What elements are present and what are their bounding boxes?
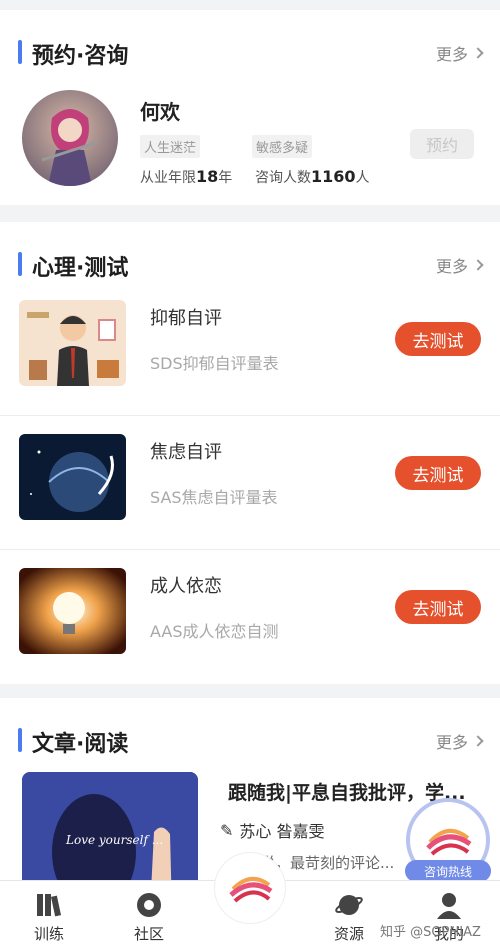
articles-header: 文章·阅读 更多	[0, 698, 500, 758]
chevron-right-icon	[472, 47, 484, 59]
book-button[interactable]: 预约	[410, 129, 474, 159]
tests-section: 心理·测试 更多 抑郁自评 SDS抑郁自评量表 去测试 焦虑自评 SAS焦虑自评…	[0, 222, 500, 684]
counselor-tag: 敏感多疑	[252, 135, 313, 158]
article-image-text: Love yourself ...	[65, 833, 163, 847]
user-icon	[414, 891, 484, 919]
anxiety-thumbnail	[19, 434, 126, 520]
test-subtitle: AAS成人依恋自测	[150, 622, 279, 641]
experience-stat: 从业年限18年	[140, 167, 233, 186]
heart-logo-icon	[229, 877, 273, 903]
test-subtitle: SAS焦虑自评量表	[150, 488, 278, 507]
counselor-name[interactable]: 何欢	[140, 96, 180, 125]
section-accent-bar	[18, 252, 22, 276]
chevron-right-icon	[472, 735, 484, 747]
test-item-anxiety[interactable]: 焦虑自评 SAS焦虑自评量表 去测试	[0, 416, 500, 550]
section-accent-bar	[18, 40, 22, 64]
start-test-button[interactable]: 去测试	[395, 322, 481, 356]
section-title: 心理·测试	[32, 256, 129, 281]
section-accent-bar	[18, 728, 22, 752]
start-test-button[interactable]: 去测试	[395, 456, 481, 490]
test-title: 成人依恋	[150, 576, 222, 597]
watermark: 知乎 @SOPHIAZ	[380, 925, 481, 940]
tab-community[interactable]: 社区	[114, 891, 184, 944]
test-item-depression[interactable]: 抑郁自评 SDS抑郁自评量表 去测试	[0, 282, 500, 416]
counselor-tag: 人生迷茫	[140, 135, 201, 158]
depression-thumbnail	[19, 300, 126, 386]
booking-header: 预约·咨询 更多	[0, 10, 500, 70]
test-subtitle: SDS抑郁自评量表	[150, 354, 279, 373]
books-icon	[14, 891, 84, 919]
section-title: 文章·阅读	[32, 732, 129, 757]
booking-section: 预约·咨询 更多 何欢 人生迷茫 敏感多疑 从业年限18年 咨询人数1160人 …	[0, 10, 500, 205]
center-logo-button[interactable]	[214, 852, 286, 924]
tests-header: 心理·测试 更多	[0, 222, 500, 282]
pen-icon: ✎	[220, 820, 234, 840]
more-link[interactable]: 更多	[436, 729, 484, 753]
article-author: ✎ 苏心 昝嘉雯	[220, 820, 325, 842]
tab-training[interactable]: 训练	[14, 891, 84, 944]
test-item-attachment[interactable]: 成人依恋 AAS成人依恋自测 去测试	[0, 550, 500, 684]
chevron-right-icon	[472, 259, 484, 271]
section-title: 预约·咨询	[32, 44, 129, 69]
circle-icon	[114, 891, 184, 919]
tab-resources[interactable]: 资源	[314, 891, 384, 944]
hotline-label[interactable]: 咨询热线	[405, 860, 491, 882]
more-link[interactable]: 更多	[436, 253, 484, 277]
more-link[interactable]: 更多	[436, 41, 484, 65]
planet-icon	[314, 891, 384, 919]
start-test-button[interactable]: 去测试	[395, 590, 481, 624]
counselor-avatar[interactable]	[22, 90, 118, 186]
test-title: 焦虑自评	[150, 442, 222, 463]
consult-count-stat: 咨询人数1160人	[255, 167, 370, 186]
attachment-thumbnail	[19, 568, 126, 654]
test-title: 抑郁自评	[150, 308, 222, 329]
